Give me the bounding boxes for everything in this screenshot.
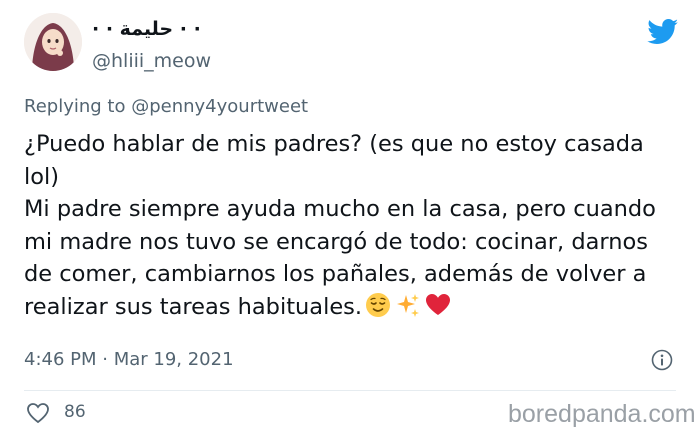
relieved-face-icon: [364, 291, 392, 329]
watermark-logo: boredpanda.com: [508, 400, 696, 428]
divider: [24, 390, 676, 391]
avatar[interactable]: [24, 13, 82, 71]
reply-mention-link[interactable]: @penny4yourtweet: [131, 96, 308, 117]
user-handle[interactable]: @hliii_meow: [92, 50, 211, 72]
tweet-text: ¿Puedo hablar de mis padres? (es que no …: [24, 128, 664, 328]
replying-to-label: Replying to: [24, 96, 132, 117]
tweet-text-line-2: Mi padre siempre ayuda mucho en la casa,…: [24, 193, 664, 328]
display-name[interactable]: · · حليمة · ·: [92, 18, 201, 40]
info-icon[interactable]: [651, 349, 673, 371]
sparkles-icon: [394, 291, 422, 329]
heart-like-icon[interactable]: [26, 402, 50, 424]
tweet-text-line-1: ¿Puedo hablar de mis padres? (es que no …: [24, 131, 644, 190]
replying-to: Replying to @penny4yourtweet: [24, 96, 308, 117]
tweet-text-line-2-text: Mi padre siempre ayuda mucho en la casa,…: [24, 196, 656, 320]
red-heart-icon: [424, 291, 452, 329]
tweet-timestamp[interactable]: 4:46 PM · Mar 19, 2021: [24, 349, 234, 370]
twitter-bird-icon[interactable]: [647, 19, 679, 45]
like-count: 86: [64, 402, 86, 422]
